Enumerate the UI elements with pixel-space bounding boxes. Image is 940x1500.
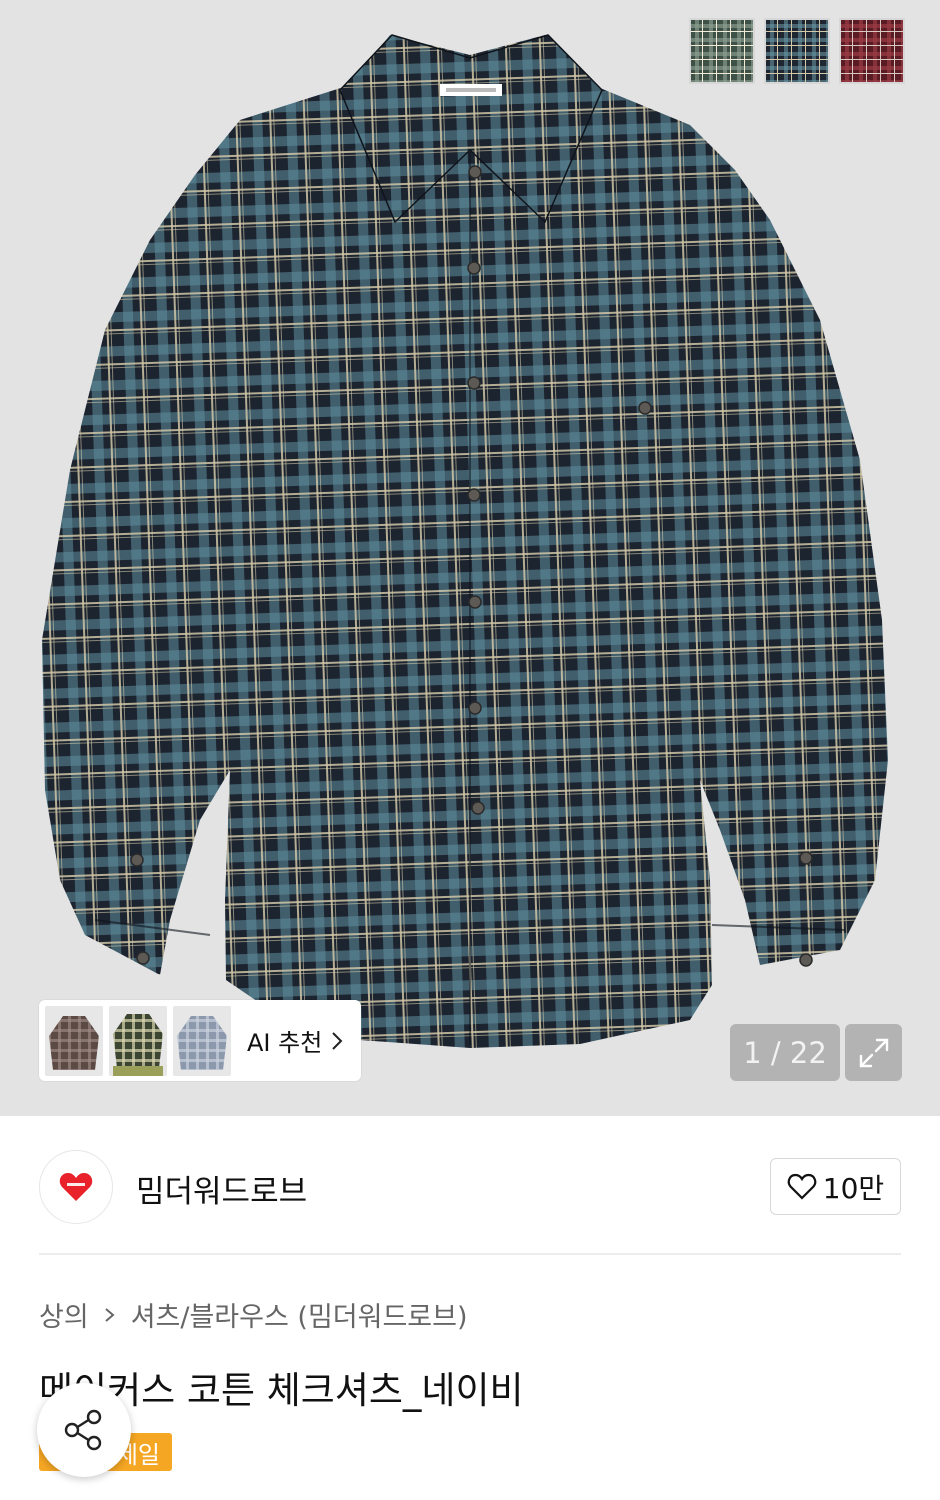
ai-thumb-brown-shirt xyxy=(45,1005,103,1076)
like-count: 10만 xyxy=(822,1171,885,1205)
expand-icon xyxy=(859,1038,888,1067)
color-swatch-green[interactable] xyxy=(689,18,755,84)
brand-heart-logo xyxy=(59,1173,93,1201)
like-button[interactable]: 10만 xyxy=(770,1158,901,1215)
ai-thumb-blue-shirt xyxy=(173,1005,231,1076)
chevron-right-icon xyxy=(332,1031,343,1050)
share-button[interactable] xyxy=(37,1383,131,1477)
color-swatch-navy[interactable] xyxy=(764,18,830,84)
color-swatch-group xyxy=(689,18,905,84)
product-photo xyxy=(42,34,888,1048)
expand-button[interactable] xyxy=(845,1024,902,1081)
product-image-carousel[interactable]: AI 추천 1 / 22 xyxy=(0,0,940,1116)
chevron-right-icon xyxy=(105,1307,115,1322)
divider xyxy=(39,1253,901,1255)
breadcrumb-category[interactable]: 상의 xyxy=(39,1295,89,1334)
heart-icon xyxy=(787,1173,817,1200)
brand-logo[interactable] xyxy=(39,1150,113,1224)
ai-recommend-link[interactable]: AI 추천 xyxy=(247,1023,344,1058)
brand-name[interactable]: 밈더워드로브 xyxy=(136,1166,307,1211)
ai-recommend-label: AI 추천 xyxy=(247,1029,323,1057)
breadcrumb: 상의 셔츠/블라우스 (밈더워드로브) xyxy=(39,1295,468,1334)
ai-recommend-card[interactable]: AI 추천 xyxy=(39,1000,361,1081)
ai-thumb-olive-shirt xyxy=(109,1005,167,1076)
color-swatch-burgundy[interactable] xyxy=(839,18,905,84)
breadcrumb-subcategory[interactable]: 셔츠/블라우스 (밈더워드로브) xyxy=(131,1295,468,1334)
image-counter: 1 / 22 xyxy=(730,1024,840,1081)
share-icon xyxy=(64,1409,102,1451)
